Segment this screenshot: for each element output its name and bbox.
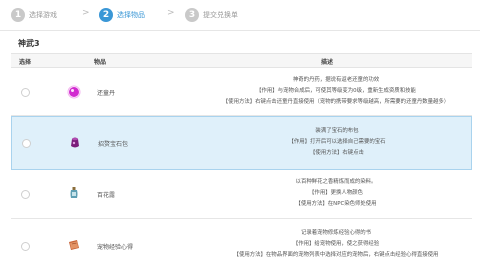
description-line: 以百种鲜花之香精炼而成的染料。 (295, 179, 377, 185)
book-icon (67, 237, 81, 251)
table-row[interactable]: 还童丹 神奇的丹药，据说有返老还童的功效 【作用】与宠物合成后，可使其等级变为0… (11, 68, 472, 116)
step-progress: 1 选择游戏 > 2 选择物品 > 3 提交兑换单 (0, 0, 480, 30)
header-item: 物品 (94, 59, 107, 66)
table-row[interactable]: 宠物经验心得 记录着宠物修炼经验心得的书 【作用】给宠物使用，使之获得经验 【使… (11, 219, 472, 271)
step-label: 提交兑换单 (203, 11, 238, 19)
item-name: 宠物经验心得 (97, 244, 134, 251)
description-line: 神奇的丹药，据说有返老还童的功效 (292, 77, 380, 83)
table-row-selected[interactable]: 招赘宝石包 装满了宝石的布包 【作用】打开后可以选择自己需要的宝石 【使用方法】… (11, 116, 472, 170)
pink-orb-icon (67, 84, 81, 99)
select-radio[interactable] (21, 242, 30, 251)
select-radio[interactable] (21, 88, 30, 97)
description-line: 【作用】给宠物使用，使之获得经验 (292, 241, 380, 247)
step-select-game[interactable]: 1 选择游戏 (11, 7, 57, 23)
game-title: 神武3 (18, 39, 40, 48)
header-description: 描述 (321, 59, 334, 66)
chevron-right-icon: > (167, 8, 175, 18)
step-submit-order[interactable]: 3 提交兑换单 (185, 7, 238, 23)
description-line: 记录着宠物修炼经验心得的书 (300, 230, 372, 236)
item-description: 神奇的丹药，据说有返老还童的功效 【作用】与宠物合成后，可使其等级变为0级，重新… (201, 75, 471, 108)
item-name: 百花露 (97, 192, 116, 199)
description-line: 【使用方法】右键点击 (310, 150, 364, 156)
item-description: 记录着宠物修炼经验心得的书 【作用】给宠物使用，使之获得经验 【使用方法】在物品… (201, 228, 471, 261)
description-line: 【使用方法】在NPC染色师处使用 (295, 201, 377, 207)
description-line: 【作用】更换人物颜色 (309, 190, 363, 196)
perfume-bottle-icon (67, 185, 81, 199)
item-name: 还童丹 (97, 90, 116, 97)
description-line: 【使用方法】右键点击还童丹直接使用（宠物的携带要求等级越高，所需要的还童丹数量越… (222, 99, 450, 105)
step-number: 1 (11, 8, 25, 22)
step-select-item[interactable]: 2 选择物品 (99, 7, 145, 23)
item-description: 装满了宝石的布包 【作用】打开后可以选择自己需要的宝石 【使用方法】右键点击 (202, 126, 472, 159)
step-number: 3 (185, 8, 199, 22)
header-select: 选择 (19, 59, 32, 66)
item-table: 选择 物品 描述 还童丹 神奇的丹药，据说有返老还童的功效 【作用】与宠物合成后… (11, 53, 472, 271)
item-description: 以百种鲜花之香精炼而成的染料。 【作用】更换人物颜色 【使用方法】在NPC染色师… (201, 177, 471, 210)
purple-pouch-icon (68, 134, 82, 148)
step-label: 选择物品 (117, 11, 145, 19)
description-line: 装满了宝石的布包 (315, 128, 359, 134)
divider (0, 30, 480, 31)
description-line: 【使用方法】在物品界面的宠物列表中选择对应的宠物后，右键点击经验心得直接使用 (233, 252, 439, 258)
table-row[interactable]: 百花露 以百种鲜花之香精炼而成的染料。 【作用】更换人物颜色 【使用方法】在NP… (11, 170, 472, 219)
item-name: 招赘宝石包 (98, 141, 129, 148)
description-line: 【作用】与宠物合成后，可使其等级变为0级，重新生成资质和技能 (256, 88, 416, 94)
step-number: 2 (99, 8, 113, 22)
description-line: 【作用】打开后可以选择自己需要的宝石 (288, 139, 386, 145)
step-label: 选择游戏 (29, 11, 57, 19)
select-radio[interactable] (22, 139, 31, 148)
chevron-right-icon: > (82, 8, 90, 18)
table-header: 选择 物品 描述 (11, 53, 472, 68)
select-radio[interactable] (21, 190, 30, 199)
